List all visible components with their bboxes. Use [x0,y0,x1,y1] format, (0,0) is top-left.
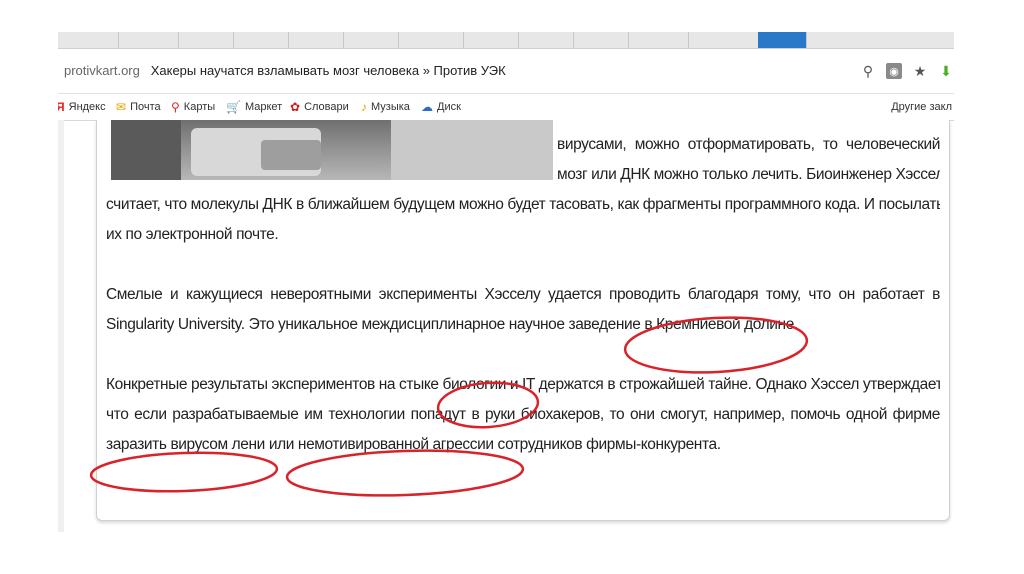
market-icon: 🛒 [226,100,241,114]
dictionary-icon: ✿ [290,100,301,114]
url-domain: protivkart.org [64,63,140,78]
page-left-margin [58,120,64,532]
bookmark-label: Словари [304,101,349,113]
download-arrow-icon[interactable]: ⬇ [938,63,954,79]
tab-strip [58,32,954,49]
bookmark-disk[interactable]: ☁ Диск [421,101,461,113]
bookmark-maps[interactable]: ⚲ Карты [171,101,215,113]
star-icon[interactable]: ★ [912,63,928,79]
bookmark-label: Яндекс [68,101,106,113]
browser-window: protivkart.org Хакеры научатся взламыват… [58,32,954,532]
bookmark-yandex[interactable]: Я Яндекс [58,101,106,113]
tab[interactable] [58,32,119,48]
search-key-icon[interactable]: ⚲ [860,63,876,79]
tab-active[interactable] [758,32,807,48]
bookmark-mail[interactable]: ✉ Почта [116,101,161,113]
article-photo [111,120,553,180]
tab[interactable] [178,32,234,48]
bookmark-dictionary[interactable]: ✿ Словари [290,101,349,113]
tab[interactable] [688,32,759,48]
text-line: вирусами, можно отформатировать, то чело… [557,136,940,153]
music-icon: ♪ [361,100,367,114]
article-text-wrap: вирусами, можно отформатировать, то чело… [557,130,940,190]
other-bookmarks-label: Другие закл [891,101,952,113]
text-line: мозг или ДНК можно только лечить. Биоинж… [557,166,940,183]
text-line: заразить вирусом лени или немотивированн… [106,436,721,453]
tab[interactable] [343,32,399,48]
tab[interactable] [573,32,629,48]
yandex-icon: Я [58,100,65,114]
text-line: Конкретные результаты экспериментов на с… [106,376,940,393]
bookmark-market[interactable]: 🛒 Маркет [226,101,282,113]
bookmark-label: Почта [130,101,161,113]
article-paragraph-2: Смелые и кажущиеся невероятными эксперим… [106,280,940,340]
other-bookmarks[interactable]: Другие закл [891,101,952,113]
mail-icon: ✉ [116,100,127,114]
bookmark-label: Диск [437,101,461,113]
bookmark-label: Карты [183,101,216,113]
bookmark-label: Маркет [244,101,283,113]
tab[interactable] [518,32,574,48]
bookmark-label: Музыка [371,101,410,113]
article-content: вирусами, можно отформатировать, то чело… [96,120,950,521]
bookmark-music[interactable]: ♪ Музыка [361,101,410,113]
text-line: считает, что молекулы ДНК в ближайшем бу… [106,196,940,213]
disk-icon: ☁ [421,100,433,114]
tab[interactable] [288,32,344,48]
tab[interactable] [463,32,519,48]
bookmarks-bar: Я Яндекс ✉ Почта ⚲ Карты 🛒 Маркет ✿ Слов… [58,94,954,121]
maps-icon: ⚲ [171,100,180,114]
address-bar[interactable]: protivkart.org Хакеры научатся взламыват… [58,49,954,94]
tab[interactable] [628,32,689,48]
url-display[interactable]: protivkart.org Хакеры научатся взламыват… [64,63,506,78]
text-line: Смелые и кажущиеся невероятными эксперим… [106,286,940,303]
tab[interactable] [118,32,179,48]
extension-icon[interactable]: ◉ [886,63,902,79]
article-paragraph-1: считает, что молекулы ДНК в ближайшем бу… [106,190,940,250]
tab[interactable] [398,32,464,48]
address-bar-icons: ⚲ ◉ ★ ⬇ [860,61,954,81]
text-line: что если разрабатываемые им технологии п… [106,406,940,423]
page-title: Хакеры научатся взламывать мозг человека… [150,63,506,78]
text-line: их по электронной почте. [106,226,279,243]
text-line: Singularity University. Это уникальное м… [106,316,798,333]
tab[interactable] [233,32,289,48]
article-paragraph-3: Конкретные результаты экспериментов на с… [106,370,940,460]
